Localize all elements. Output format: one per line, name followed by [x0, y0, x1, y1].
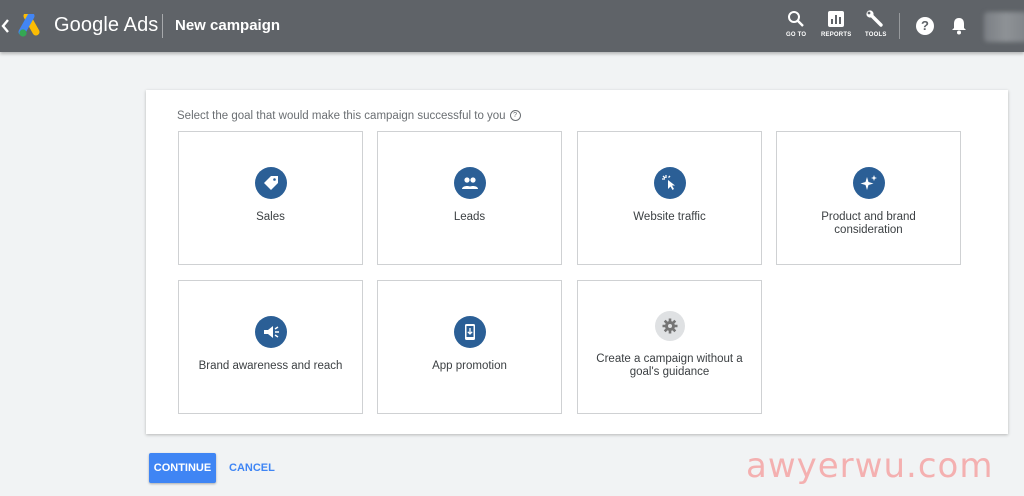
search-icon — [788, 11, 804, 27]
goal-tile-app-promotion[interactable]: App promotion — [377, 280, 562, 414]
goal-tile-leads[interactable]: Leads — [377, 131, 562, 265]
reports-button[interactable]: REPORTS — [821, 10, 851, 38]
goal-tile-label: App promotion — [432, 360, 507, 372]
price-tag-icon — [254, 167, 287, 199]
account-avatar[interactable] — [984, 12, 1024, 42]
goal-tile-label: Website traffic — [633, 211, 706, 223]
goto-label: GO TO — [786, 32, 807, 38]
continue-button[interactable]: CONTINUE — [149, 453, 216, 483]
reports-icon — [828, 11, 845, 27]
goal-tile-brand-awareness[interactable]: Brand awareness and reach — [178, 280, 363, 414]
megaphone-icon — [254, 316, 287, 348]
gear-icon — [654, 311, 685, 341]
back-arrow-icon[interactable] — [0, 16, 12, 36]
tools-button[interactable]: TOOLS — [865, 10, 887, 38]
goal-prompt: Select the goal that would make this cam… — [177, 110, 521, 122]
google-ads-logo-icon — [18, 12, 44, 38]
goal-tile-no-goal[interactable]: Create a campaign without a goal's guida… — [577, 280, 762, 414]
cursor-click-icon — [653, 167, 686, 199]
goal-tile-label: Leads — [453, 211, 486, 223]
goal-tile-label: Brand awareness and reach — [198, 360, 343, 372]
goal-tile-sales[interactable]: Sales — [178, 131, 363, 265]
watermark: awyerwu.com — [746, 446, 994, 486]
people-icon — [453, 167, 486, 199]
header-divider — [899, 13, 900, 39]
help-icon[interactable]: ? — [916, 17, 934, 35]
page-title: New campaign — [175, 17, 281, 34]
goal-prompt-text: Select the goal that would make this cam… — [177, 110, 506, 122]
goal-tile-label: Product and brand consideration — [821, 211, 916, 236]
goal-tile-label: Create a campaign without a goal's guida… — [596, 353, 743, 378]
goto-button[interactable]: GO TO — [786, 10, 806, 38]
help-circle-icon[interactable]: ? — [509, 110, 521, 121]
tools-label: TOOLS — [865, 32, 887, 38]
goal-selection-card: Select the goal that would make this cam… — [146, 90, 1008, 434]
reports-label: REPORTS — [821, 32, 852, 38]
goal-tile-website-traffic[interactable]: Website traffic — [577, 131, 762, 265]
phone-download-icon — [453, 316, 486, 348]
sparkle-icon — [852, 167, 885, 199]
goal-tile-label: Sales — [256, 211, 285, 223]
goal-tile-product-brand-consideration[interactable]: Product and brand consideration — [776, 131, 961, 265]
wrench-icon — [866, 10, 883, 27]
top-app-bar: Google Ads New campaign GO TO REPORTS TO… — [0, 0, 1024, 52]
brand-name: Google Ads — [54, 14, 159, 36]
bell-icon[interactable] — [950, 16, 968, 41]
header-divider — [162, 14, 163, 38]
cancel-button[interactable]: CANCEL — [229, 462, 275, 474]
